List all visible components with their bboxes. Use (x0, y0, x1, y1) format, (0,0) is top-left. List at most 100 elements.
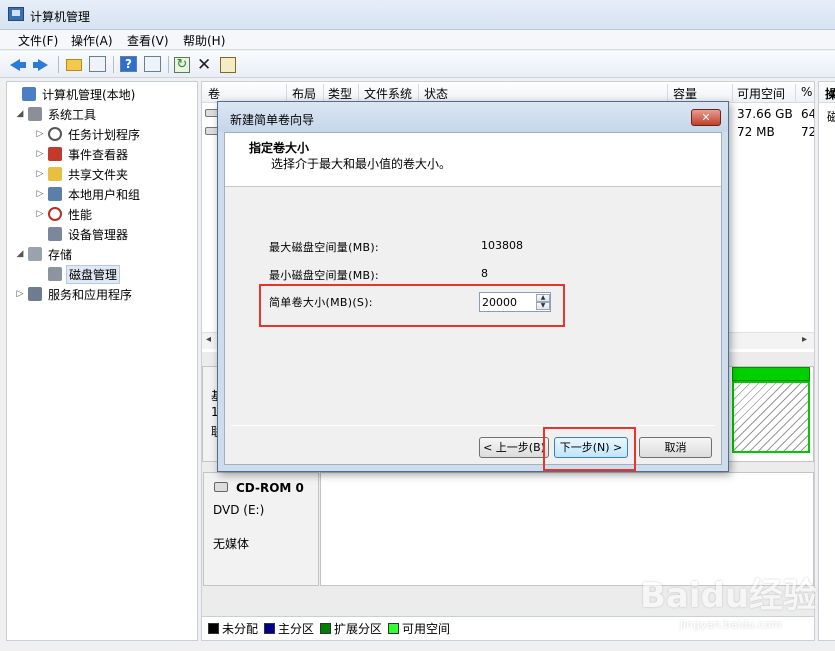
watermark-brand: Baidu经验 (640, 576, 818, 616)
legend-swatch (264, 623, 276, 634)
clock-icon (48, 127, 62, 141)
free-space-partition[interactable] (732, 381, 810, 453)
tree-item-performance[interactable]: ▷ 性能 (35, 205, 94, 223)
wizard-header: 指定卷大小 选择介于最大和最小值的卷大小。 (225, 133, 721, 187)
device-manager-icon (48, 227, 62, 241)
tree-item-storage[interactable]: ◢ 存储 (15, 245, 74, 263)
free-space-partition-header (732, 367, 810, 381)
tree-item-system-tools[interactable]: ◢ 系统工具 (15, 105, 98, 123)
column-layout[interactable]: 布局 (292, 85, 316, 102)
show-hide-tree-button[interactable] (88, 55, 108, 74)
wizard-title: 新建简单卷向导 (230, 113, 315, 127)
storage-icon (28, 247, 42, 261)
tree-item-event-viewer[interactable]: ▷ 事件查看器 (35, 145, 130, 163)
new-simple-volume-wizard: 新建简单卷向导 ✕ 指定卷大小 选择介于最大和最小值的卷大小。 最大磁盘空间量(… (217, 101, 729, 472)
users-icon (48, 187, 62, 201)
tree-item-task-scheduler[interactable]: ▷ 任务计划程序 (35, 125, 142, 143)
wizard-title-bar: 新建简单卷向导 ✕ (218, 102, 728, 132)
wizard-description: 选择介于最大和最小值的卷大小。 (271, 157, 452, 171)
action-pane-header: 操 (819, 82, 835, 103)
refresh-button[interactable]: ↻ (172, 55, 192, 74)
column-percent[interactable]: % (801, 85, 812, 99)
expand-icon[interactable]: ▷ (35, 189, 45, 199)
column-capacity[interactable]: 容量 (673, 85, 697, 102)
legend-swatch (388, 623, 400, 634)
action-pane-item[interactable]: 磁 (819, 103, 835, 125)
close-icon[interactable]: ✕ (691, 109, 721, 126)
action-pane: 操 磁 (818, 81, 835, 641)
expand-icon[interactable]: ▷ (35, 209, 45, 219)
toolbar-separator (168, 56, 169, 73)
menu-help[interactable]: 帮助(H) (183, 32, 225, 49)
console-tree-icon (89, 56, 106, 72)
delete-button[interactable]: ✕ (195, 55, 215, 75)
help-icon: ? (120, 56, 137, 72)
delete-icon: ✕ (197, 55, 212, 75)
collapse-icon[interactable]: ◢ (15, 249, 25, 259)
tree-item-local-users[interactable]: ▷ 本地用户和组 (35, 185, 142, 203)
legend-swatch (320, 623, 332, 634)
toolbar: ? ↻ ✕ (0, 51, 835, 78)
forward-arrow-icon (38, 59, 48, 71)
window-title: 计算机管理 (30, 10, 91, 24)
next-highlight-annotation (543, 427, 636, 471)
cdrom-0-label[interactable]: CD-ROM 0 DVD (E:) 无媒体 (203, 472, 319, 586)
properties-button[interactable] (218, 55, 238, 74)
scroll-right-icon[interactable]: ▸ (802, 334, 807, 345)
up-level-button[interactable] (64, 55, 84, 74)
action-pane-button[interactable] (143, 55, 163, 74)
disk-management-icon (48, 267, 62, 281)
menu-view[interactable]: 查看(V) (127, 32, 169, 49)
max-size-value: 103808 (481, 239, 523, 252)
toolbar-separator (58, 56, 59, 73)
column-free-space[interactable]: 可用空间 (737, 85, 785, 102)
volume-list-header: 卷 布局 类型 文件系统 状态 容量 可用空间 % (202, 82, 814, 103)
toolbar-separator (113, 56, 114, 73)
wizard-separator (231, 425, 715, 426)
legend-free-space: 可用空间 (402, 622, 451, 636)
expand-icon[interactable]: ▷ (35, 149, 45, 159)
collapse-icon[interactable]: ◢ (15, 109, 25, 119)
refresh-icon: ↻ (174, 57, 190, 73)
computer-icon (22, 87, 36, 101)
expand-icon[interactable]: ▷ (35, 169, 45, 179)
legend-swatch (208, 623, 219, 634)
title-bar: 计算机管理 (0, 0, 835, 30)
tree-item-device-manager[interactable]: 设备管理器 (35, 225, 130, 243)
console-tree: 计算机管理(本地) ◢ 系统工具 ▷ 任务计划程序 ▷ 事件查看器 ▷ 共享文件… (6, 81, 198, 641)
wizard-body: 指定卷大小 选择介于最大和最小值的卷大小。 最大磁盘空间量(MB): 10380… (224, 132, 722, 471)
column-type[interactable]: 类型 (328, 85, 352, 102)
forward-button[interactable] (32, 55, 52, 74)
menu-file[interactable]: 文件(F) (18, 32, 58, 49)
min-size-label: 最小磁盘空间量(MB): (269, 269, 379, 282)
cd-drive-icon (214, 482, 228, 492)
shared-folder-icon (48, 167, 62, 181)
watermark: Baidu经验 jingyan.baidu.com (640, 560, 830, 640)
min-size-value: 8 (481, 267, 488, 280)
expand-icon[interactable]: ▷ (35, 129, 45, 139)
tree-item-root[interactable]: 计算机管理(本地) (9, 85, 137, 103)
properties-icon (220, 57, 236, 73)
legend-primary: 主分区 (278, 622, 315, 636)
tree-item-services-apps[interactable]: ▷ 服务和应用程序 (15, 285, 134, 303)
back-button[interactable] (8, 55, 28, 74)
tree-item-shared-folders[interactable]: ▷ 共享文件夹 (35, 165, 130, 183)
services-icon (28, 287, 42, 301)
cancel-button[interactable]: 取消 (639, 437, 712, 458)
help-button[interactable]: ? (119, 55, 139, 74)
folder-up-icon (66, 59, 82, 71)
menu-bar: 文件(F) 操作(A) 查看(V) 帮助(H) (0, 30, 835, 50)
scroll-left-icon[interactable]: ◂ (206, 334, 211, 345)
wizard-heading: 指定卷大小 (249, 141, 310, 155)
expand-icon[interactable]: ▷ (15, 289, 25, 299)
legend-unallocated: 未分配 (222, 622, 259, 636)
column-status[interactable]: 状态 (424, 85, 448, 102)
tree-item-disk-management[interactable]: 磁盘管理 (35, 264, 121, 284)
max-size-label: 最大磁盘空间量(MB): (269, 241, 379, 254)
tools-icon (28, 107, 42, 121)
column-volume[interactable]: 卷 (208, 85, 220, 102)
back-step-button[interactable]: < 上一步(B) (479, 437, 549, 458)
column-file-system[interactable]: 文件系统 (364, 85, 412, 102)
legend-extended: 扩展分区 (334, 622, 383, 636)
menu-action[interactable]: 操作(A) (71, 32, 113, 49)
